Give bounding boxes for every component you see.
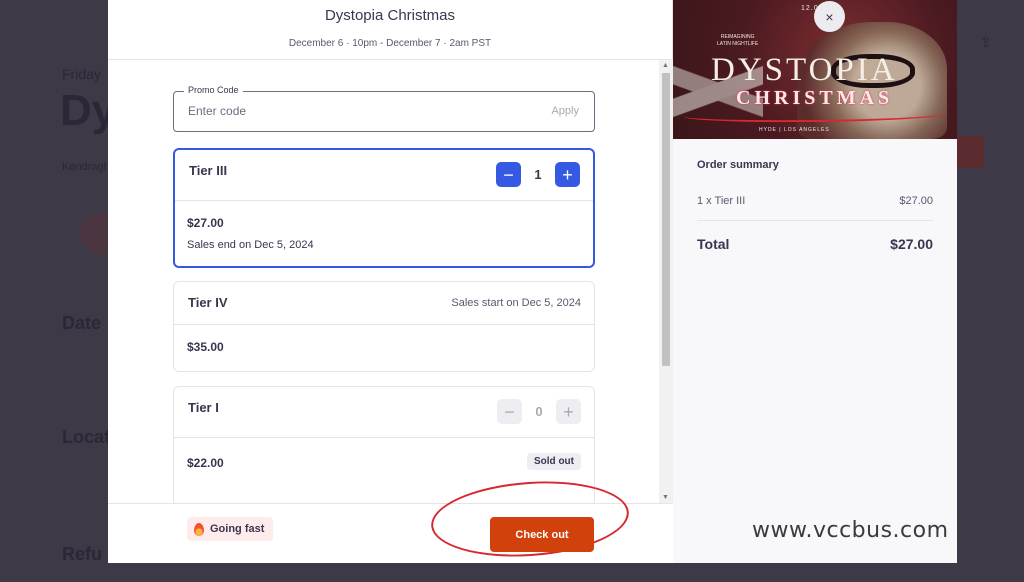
promo-code-field[interactable]: Promo Code Enter code Apply	[173, 85, 595, 132]
decrease-quantity-button[interactable]: −	[497, 399, 522, 424]
order-total: Total $27.00	[697, 236, 933, 252]
going-fast-label: Going fast	[210, 523, 265, 535]
poster-tagline: REIMAGINING LATIN NIGHTLIFE	[717, 34, 759, 47]
tier-price: $22.00	[187, 456, 224, 470]
share-icon: ⇪	[980, 34, 992, 50]
bg-location-section: Locat	[62, 427, 111, 447]
order-line-item: 1 x Tier III $27.00	[697, 195, 933, 207]
tier-sales-end: Sales end on Dec 5, 2024	[187, 239, 314, 251]
going-fast-badge: Going fast	[187, 517, 274, 541]
quantity-value: 0	[535, 404, 543, 419]
ticket-tier-i[interactable]: Tier I − 0 + $22.00 Sold out	[173, 386, 595, 503]
tier-name: Tier III	[189, 163, 228, 178]
decrease-quantity-button[interactable]: −	[496, 162, 521, 187]
quantity-value: 1	[534, 167, 542, 182]
tier-name: Tier IV	[188, 295, 228, 310]
line-item-amount: $27.00	[899, 195, 933, 207]
event-title: Dystopia Christmas	[324, 7, 456, 24]
scroll-up-arrow-icon[interactable]: ▲	[662, 62, 669, 69]
flame-icon	[194, 522, 204, 536]
tier-price: $35.00	[187, 340, 224, 354]
total-label: Total	[697, 236, 730, 252]
apply-button[interactable]: Apply	[551, 105, 579, 117]
close-icon[interactable]: ×	[814, 1, 845, 32]
order-summary-title: Order summary	[697, 159, 779, 171]
promo-code-label: Promo Code	[184, 85, 243, 95]
bg-organizer: Kendragh	[62, 161, 110, 173]
line-item-label: 1 x Tier III	[697, 195, 746, 207]
sold-out-badge: Sold out	[527, 453, 581, 470]
poster-title-line1: DYSTOPIA	[711, 52, 898, 88]
scroll-down-arrow-icon[interactable]: ▼	[662, 494, 669, 501]
checkout-footer: Going fast Check out	[108, 475, 673, 563]
event-dates: December 6 · 10pm - December 7 · 2am PST	[288, 38, 492, 49]
tier-price: $27.00	[187, 216, 224, 230]
ticket-tier-iv[interactable]: Tier IV Sales start on Dec 5, 2024 $35.0…	[173, 281, 595, 372]
increase-quantity-button[interactable]: +	[555, 162, 580, 187]
increase-quantity-button[interactable]: +	[556, 399, 581, 424]
total-amount: $27.00	[890, 236, 933, 252]
summary-divider	[697, 220, 933, 221]
tier-sales-start: Sales start on Dec 5, 2024	[451, 297, 581, 309]
quantity-stepper: − 1 +	[496, 162, 580, 187]
modal-header: Dystopia Christmas December 6 · 10pm - D…	[108, 0, 672, 60]
checkout-button[interactable]: Check out	[490, 517, 594, 552]
checkout-modal: Dystopia Christmas December 6 · 10pm - D…	[108, 0, 957, 563]
watermark: www.vccbus.com	[752, 518, 949, 543]
bg-refund-section: Refu	[62, 544, 102, 564]
ticket-list[interactable]: Promo Code Enter code Apply Tier III − 1…	[108, 60, 673, 503]
poster-venue: HYDE | LOS ANGELES	[759, 127, 830, 133]
tier-name: Tier I	[188, 400, 219, 415]
order-summary: Order summary 1 x Tier III $27.00 Total …	[697, 159, 933, 252]
scrollbar[interactable]: ▲ ▼	[659, 60, 673, 503]
order-summary-panel: 12.06.24 REIMAGININGLATIN NIGHTLIFE DYST…	[673, 0, 957, 563]
scrollbar-thumb[interactable]	[662, 73, 670, 366]
ticket-tier-iii[interactable]: Tier III − 1 + $27.00 Sales end on Dec 5…	[173, 148, 595, 268]
ticket-panel: Dystopia Christmas December 6 · 10pm - D…	[108, 0, 673, 563]
bg-ticket-button	[956, 136, 984, 168]
promo-code-input[interactable]: Enter code	[188, 104, 246, 118]
quantity-stepper: − 0 +	[497, 399, 581, 424]
bg-date-section: Date	[62, 313, 102, 333]
bg-event-date: Friday	[62, 66, 101, 82]
